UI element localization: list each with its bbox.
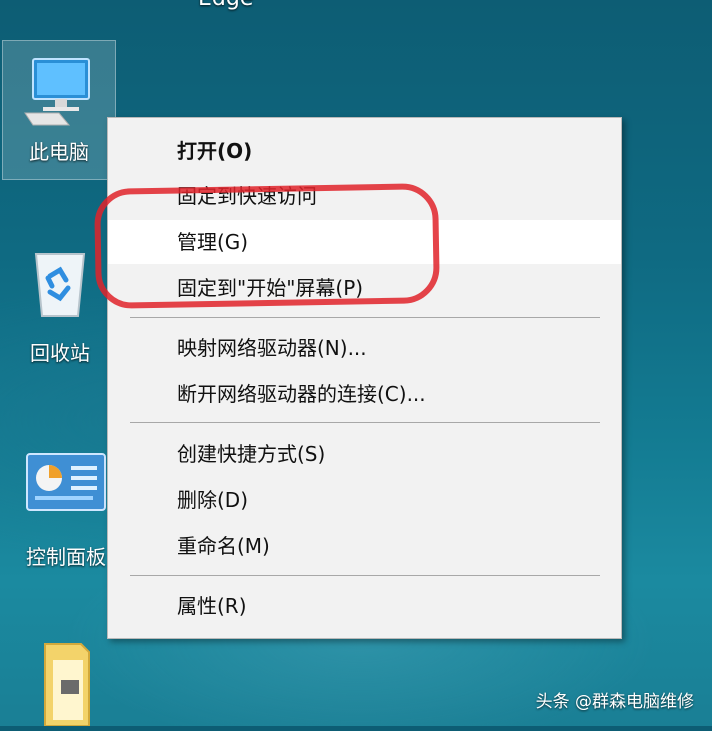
menu-item-map-network-drive[interactable]: 映射网络驱动器(N)...	[108, 326, 621, 370]
menu-item-create-shortcut[interactable]: 创建快捷方式(S)	[108, 432, 621, 476]
recycle-bin-icon	[34, 253, 86, 317]
menu-separator	[130, 422, 600, 423]
recycle-bin-label: 回收站	[30, 341, 90, 365]
desktop-icon-folder[interactable]	[26, 636, 106, 727]
control-panel-label: 控制面板	[26, 545, 106, 569]
desktop-icon-control-panel[interactable]: 控制面板	[10, 450, 122, 574]
red-annotation-circle	[93, 183, 441, 309]
watermark: 头条 @群森电脑维修	[535, 692, 694, 712]
folder-icon	[44, 643, 90, 727]
menu-item-rename[interactable]: 重命名(M)	[108, 524, 621, 568]
menu-item-delete[interactable]: 删除(D)	[108, 478, 621, 522]
desktop-icon-this-pc[interactable]: 此电脑	[2, 40, 116, 180]
control-panel-icon	[26, 453, 106, 511]
menu-item-open[interactable]: 打开(O)	[108, 129, 621, 173]
this-pc-label: 此电脑	[29, 140, 89, 164]
menu-separator	[130, 317, 600, 318]
menu-item-disconnect-network-drive[interactable]: 断开网络驱动器的连接(C)...	[108, 372, 621, 416]
menu-separator	[130, 575, 600, 576]
edge-icon-label-partial: Edge	[198, 0, 253, 11]
menu-item-properties[interactable]: 属性(R)	[108, 584, 621, 628]
computer-icon	[24, 58, 90, 126]
